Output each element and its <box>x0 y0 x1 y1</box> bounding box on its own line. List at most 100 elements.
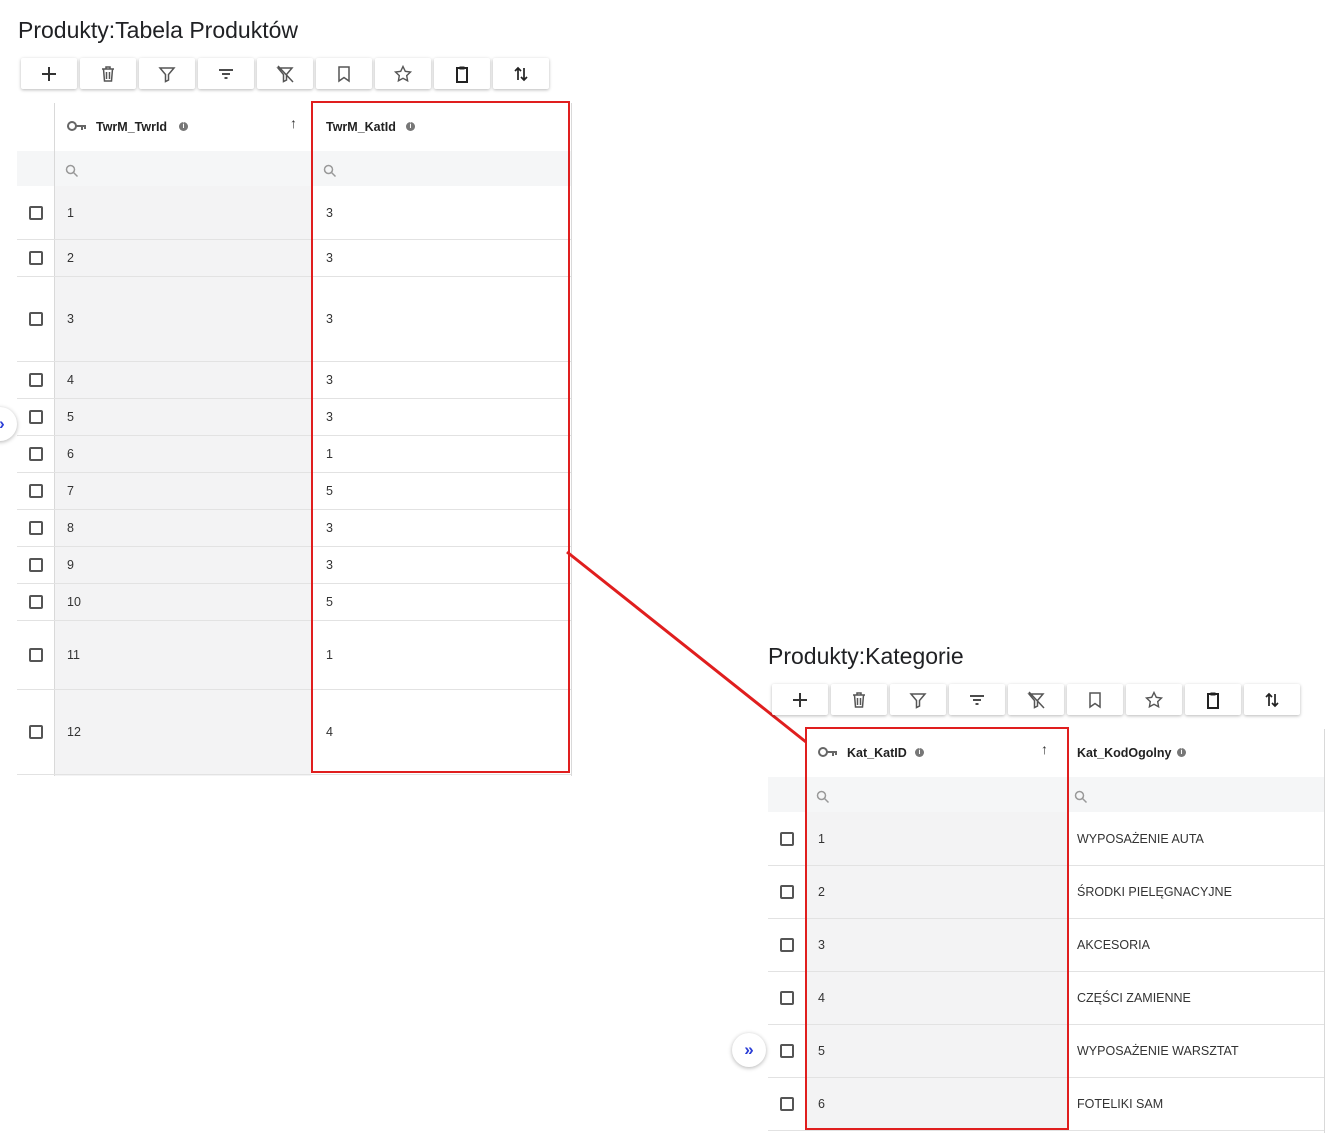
bookmark-button[interactable] <box>1067 684 1123 715</box>
column-header-katid[interactable]: Kat_KatID <box>847 746 907 760</box>
cell-katid: 1 <box>326 647 333 662</box>
clipboard-icon <box>456 66 468 83</box>
bookmark-icon <box>338 65 350 82</box>
expand-panel-button[interactable]: » <box>732 1033 766 1067</box>
highlight-box <box>311 101 570 773</box>
cell-katid: 3 <box>326 205 333 220</box>
plus-icon <box>42 66 56 81</box>
clipboard-icon <box>1207 692 1219 709</box>
filter-button[interactable] <box>890 684 946 715</box>
row-checkbox[interactable] <box>780 990 794 1005</box>
search-icon[interactable] <box>323 164 337 178</box>
column-header-katid[interactable]: TwrM_KatId <box>326 120 396 134</box>
star-icon <box>1144 690 1164 708</box>
row-checkbox[interactable] <box>780 1096 794 1111</box>
row-checkbox[interactable] <box>29 372 43 387</box>
swap-button[interactable] <box>493 58 549 89</box>
sort-ascending-icon[interactable]: ↑ <box>1041 741 1048 757</box>
cell-katid: 3 <box>326 557 333 572</box>
cell-twrid: 3 <box>67 311 74 326</box>
row-checkbox[interactable] <box>29 250 43 265</box>
cell-katid: 4 <box>326 724 333 739</box>
cell-katid: 3 <box>326 409 333 424</box>
filter-row <box>768 777 1324 812</box>
delete-button[interactable] <box>831 684 887 715</box>
cell-twrid: 4 <box>67 372 74 387</box>
expand-panel-button[interactable]: » <box>0 407 17 441</box>
cell-twrid: 1 <box>67 205 74 220</box>
sort-ascending-icon[interactable]: ↑ <box>290 115 297 131</box>
cell-katid: 3 <box>326 520 333 535</box>
filter-button[interactable] <box>139 58 195 89</box>
cell-kodogolny: FOTELIKI SAM <box>1077 1096 1164 1111</box>
sort-button[interactable] <box>198 58 254 89</box>
swap-vertical-icon <box>514 66 528 81</box>
cell-twrid: 10 <box>67 594 81 609</box>
toolbar-kategorie <box>772 684 1300 715</box>
row-checkbox[interactable] <box>29 205 43 220</box>
info-icon[interactable]: i <box>915 748 924 757</box>
row-checkbox[interactable] <box>29 311 43 326</box>
key-column-bg <box>55 151 311 776</box>
cell-twrid: 12 <box>67 724 81 739</box>
row-checkbox[interactable] <box>29 446 43 461</box>
toolbar-produkty <box>21 58 549 89</box>
sort-lines-icon <box>970 694 984 705</box>
search-icon[interactable] <box>1074 790 1088 804</box>
cell-twrid: 8 <box>67 520 74 535</box>
swap-vertical-icon <box>1265 692 1279 707</box>
search-icon[interactable] <box>816 790 830 804</box>
cell-twrid: 2 <box>67 250 74 265</box>
cell-twrid: 11 <box>67 647 80 662</box>
row-checkbox[interactable] <box>780 937 794 952</box>
star-icon <box>393 64 413 82</box>
bookmark-button[interactable] <box>316 58 372 89</box>
trash-icon <box>853 691 865 708</box>
add-button[interactable] <box>21 58 77 89</box>
cell-twrid: 9 <box>67 557 74 572</box>
panel-title-produkty: Produkty:Tabela Produktów <box>18 17 298 43</box>
cell-katid: 5 <box>326 483 333 498</box>
cell-katid: 6 <box>818 1096 825 1111</box>
column-header-twrid[interactable]: TwrM_TwrId <box>96 120 167 134</box>
clipboard-button[interactable] <box>1185 684 1241 715</box>
clear-filter-button[interactable] <box>1008 684 1064 715</box>
row-checkbox[interactable] <box>29 594 43 609</box>
info-icon[interactable]: i <box>1177 748 1186 757</box>
clear-filter-button[interactable] <box>257 58 313 89</box>
row-checkbox[interactable] <box>29 557 43 572</box>
cell-katid: 1 <box>326 446 333 461</box>
cell-kodogolny: AKCESORIA <box>1077 937 1150 952</box>
delete-button[interactable] <box>80 58 136 89</box>
info-icon[interactable]: i <box>406 122 415 131</box>
row-checkbox[interactable] <box>780 1043 794 1058</box>
row-checkbox[interactable] <box>29 647 43 662</box>
row-checkbox[interactable] <box>29 724 43 739</box>
info-icon[interactable]: i <box>179 122 188 131</box>
cell-katid: 4 <box>818 990 825 1005</box>
column-header-kodogolny[interactable]: Kat_KodOgolny <box>1077 746 1171 760</box>
cell-katid: 3 <box>326 250 333 265</box>
swap-button[interactable] <box>1244 684 1300 715</box>
sort-button[interactable] <box>949 684 1005 715</box>
cell-twrid: 7 <box>67 483 74 498</box>
row-checkbox[interactable] <box>780 831 794 846</box>
row-checkbox[interactable] <box>29 483 43 498</box>
row-checkbox[interactable] <box>29 520 43 535</box>
cell-katid: 5 <box>818 1043 825 1058</box>
cell-katid: 5 <box>326 594 333 609</box>
search-icon[interactable] <box>65 164 79 178</box>
add-button[interactable] <box>772 684 828 715</box>
filter-icon <box>158 66 176 83</box>
favorite-button[interactable] <box>1126 684 1182 715</box>
bookmark-icon <box>1089 691 1101 708</box>
favorite-button[interactable] <box>375 58 431 89</box>
cell-twrid: 5 <box>67 409 74 424</box>
clipboard-button[interactable] <box>434 58 490 89</box>
cell-kodogolny: WYPOSAŻENIE WARSZTAT <box>1077 1043 1239 1058</box>
cell-twrid: 6 <box>67 446 74 461</box>
plus-icon <box>793 692 807 707</box>
row-checkbox[interactable] <box>29 409 43 424</box>
cell-kodogolny: ŚRODKI PIELĘGNACYJNE <box>1077 884 1232 899</box>
row-checkbox[interactable] <box>780 884 794 899</box>
